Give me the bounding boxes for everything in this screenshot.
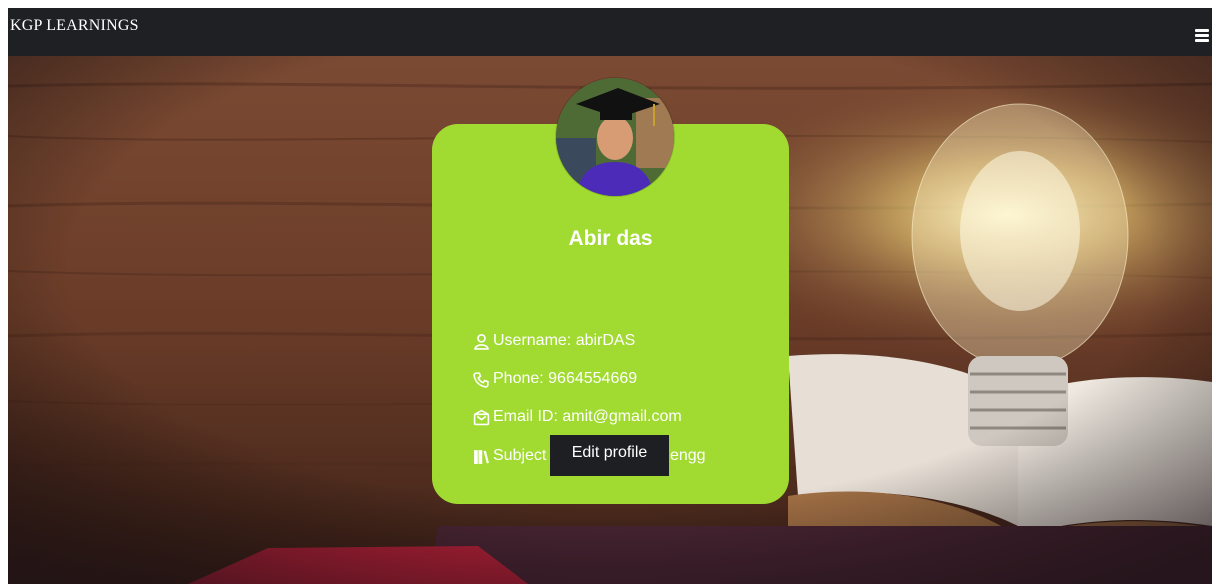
hamburger-menu-icon[interactable] [1195, 29, 1209, 43]
profile-avatar [556, 78, 674, 196]
user-icon [474, 333, 489, 350]
username-row: Username: abirDAS [473, 329, 635, 353]
phone-text: Phone: 9664554669 [493, 370, 638, 387]
email-row: Email ID: amit@gmail.com [473, 405, 682, 429]
page-frame: KGP LEARNINGS Abir das Username: abirDAS… [8, 8, 1212, 584]
email-text: Email ID: amit@gmail.com [493, 408, 682, 425]
graduate-photo [556, 78, 674, 196]
username-text: Username: abirDAS [493, 332, 636, 349]
books-icon [474, 449, 489, 464]
top-navbar: KGP LEARNINGS [8, 8, 1212, 56]
phone-icon [473, 371, 489, 388]
phone-row: Phone: 9664554669 [473, 367, 637, 391]
edit-profile-button[interactable]: Edit profile [550, 435, 669, 476]
brand-title[interactable]: KGP LEARNINGS [10, 17, 139, 35]
envelope-icon [473, 409, 490, 425]
profile-name: Abir das [568, 227, 653, 250]
